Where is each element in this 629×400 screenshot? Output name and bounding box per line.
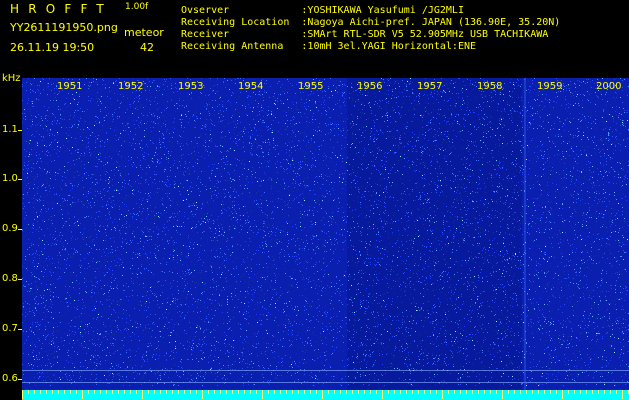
frequency-unit-label: kHz xyxy=(2,73,21,84)
meteor-count: 42 xyxy=(140,41,154,54)
minute-label: 2000 xyxy=(596,81,622,92)
frequency-label: 0.9 xyxy=(2,223,18,234)
minute-label: 1958 xyxy=(477,81,503,92)
minute-label: 1959 xyxy=(537,81,563,92)
minute-label: 1957 xyxy=(417,81,443,92)
frequency-label: 1.0 xyxy=(2,173,18,184)
spectrogram-canvas xyxy=(22,78,629,400)
observer-line: Ovserver :YOSHIKAWA Yasufumi /JG2MLI xyxy=(181,5,464,16)
meteor-label: meteor xyxy=(124,26,164,39)
minute-label: 1952 xyxy=(118,81,144,92)
timestamp-label: 26.11.19 19:50 xyxy=(10,41,95,54)
spectrogram xyxy=(22,78,629,400)
minute-label: 1954 xyxy=(238,81,264,92)
frequency-label: 0.8 xyxy=(2,273,18,284)
header-panel: HROFFT 1.00f YY2611191950.png meteor 26.… xyxy=(0,0,629,78)
app-title: HROFFT xyxy=(10,2,113,16)
minute-label: 1951 xyxy=(57,81,83,92)
version-label: 1.00f xyxy=(125,2,149,12)
frequency-label: 0.6 xyxy=(2,373,18,384)
frequency-label: 0.7 xyxy=(2,323,18,334)
filename-label: YY2611191950.png xyxy=(10,21,118,34)
frequency-label: 1.1 xyxy=(2,124,18,135)
antenna-line: Receiving Antenna :10mH 3el.YAGI Horizon… xyxy=(181,41,477,52)
receiver-line: Receiver :SMArt RTL-SDR V5 52.905MHz USB… xyxy=(181,29,549,40)
minute-label: 1956 xyxy=(357,81,383,92)
minute-label: 1955 xyxy=(298,81,324,92)
minute-label: 1953 xyxy=(178,81,204,92)
location-line: Receiving Location :Nagoya Aichi-pref. J… xyxy=(181,17,561,28)
